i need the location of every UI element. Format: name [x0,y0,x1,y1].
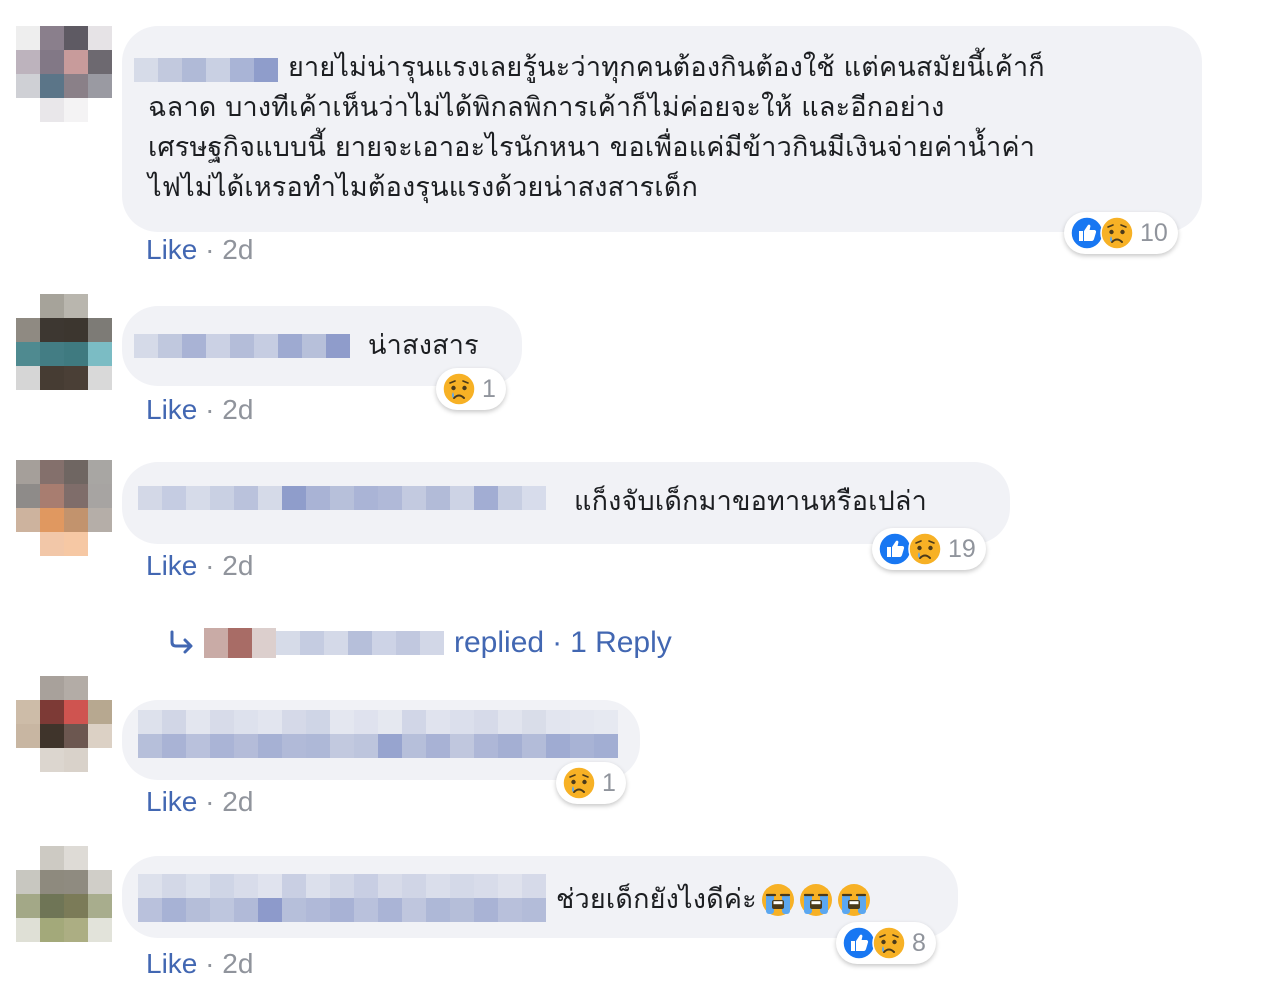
sad-icon [908,532,942,566]
like-link[interactable]: Like [146,948,197,979]
reaction-summary[interactable]: 10 [1064,212,1178,254]
reaction-count: 1 [602,768,616,797]
reaction-summary[interactable]: 19 [872,528,986,570]
reaction-summary[interactable]: 8 [836,922,936,964]
like-icon [1070,216,1104,250]
comment-actions: Like · 2d [146,786,253,818]
comment-text: แก็งจับเด็กมาขอทานหรือเปล่า [574,486,928,517]
timestamp[interactable]: 2d [222,786,253,817]
separator: · [205,550,215,581]
reply-text: replied [454,626,545,659]
crying-emoji-icon [837,883,871,917]
comment-text-blurred [138,734,618,758]
commenter-name[interactable] [138,710,618,734]
sad-icon [562,766,596,800]
comment-actions: Like · 2d [146,234,253,266]
comment-actions: Like · 2d [146,948,253,980]
reply-author-name [276,631,444,655]
like-link[interactable]: Like [146,394,197,425]
reaction-count: 8 [912,928,926,957]
avatar[interactable] [16,460,112,556]
comment-text: น่าสงสาร [368,330,479,361]
view-replies-link[interactable]: replied · 1 Reply [168,618,672,668]
avatar[interactable] [16,676,112,772]
crying-emoji-icon [799,883,833,917]
separator: · [205,948,215,979]
avatar[interactable] [16,294,112,390]
commenter-name[interactable] [138,486,546,510]
avatar[interactable] [16,26,112,122]
like-link[interactable]: Like [146,550,197,581]
sad-icon [442,372,476,406]
reaction-summary[interactable]: 1 [436,368,506,410]
like-link[interactable]: Like [146,786,197,817]
reply-avatar [204,628,276,658]
reply-count[interactable]: 1 Reply [570,626,672,660]
crying-emoji-icon [761,883,795,917]
separator: · [552,626,563,659]
like-icon [842,926,876,960]
sad-icon [1100,216,1134,250]
reaction-count: 10 [1140,218,1168,247]
reaction-count: 19 [948,534,976,563]
separator: · [205,234,215,265]
reply-arrow-icon [170,630,193,654]
separator: · [205,786,215,817]
comment-text: ยายไม่น่ารุนแรงเลยรู้นะว่าทุกคนต้องกินต้… [148,52,1045,203]
like-icon [878,532,912,566]
avatar[interactable] [16,846,112,942]
reaction-summary[interactable]: 1 [556,762,626,804]
commenter-name[interactable] [138,874,546,922]
commenter-name[interactable] [134,334,350,358]
timestamp[interactable]: 2d [222,550,253,581]
sad-icon [872,926,906,960]
comment-actions: Like · 2d [146,394,253,426]
comment-text-row: ช่วยเด็กยังไงดีค่ะ [556,880,871,920]
timestamp[interactable]: 2d [222,234,253,265]
comment-text: ช่วยเด็กยังไงดีค่ะ [556,884,757,915]
separator: · [205,394,215,425]
timestamp[interactable]: 2d [222,948,253,979]
reaction-count: 1 [482,374,496,403]
timestamp[interactable]: 2d [222,394,253,425]
comment-actions: Like · 2d [146,550,253,582]
like-link[interactable]: Like [146,234,197,265]
